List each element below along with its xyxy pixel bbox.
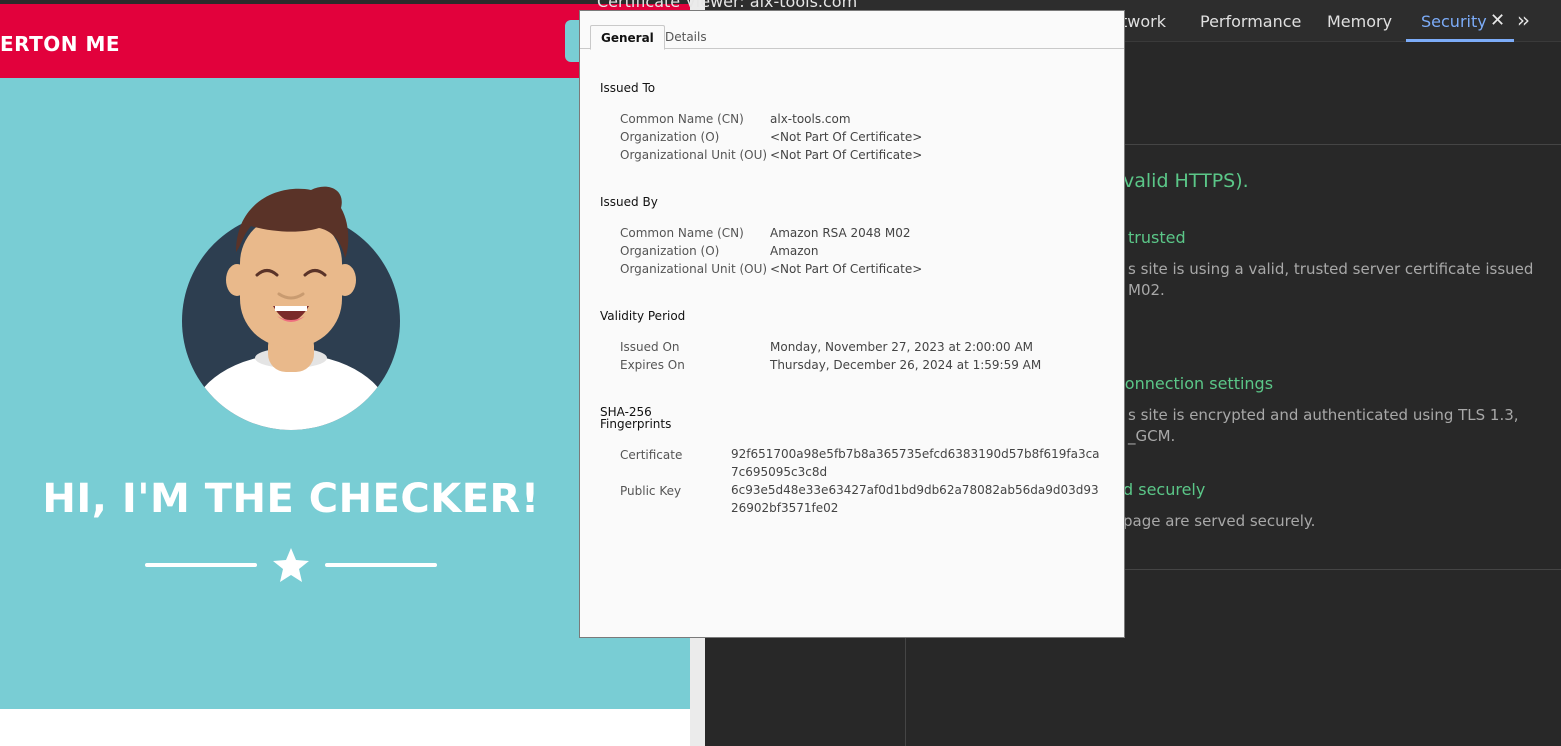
issued-by-heading: Issued By xyxy=(600,195,658,209)
expires-on-value: Thursday, December 26, 2024 at 1:59:59 A… xyxy=(770,358,1042,372)
tab-memory[interactable]: Memory xyxy=(1327,12,1392,31)
active-tab-underline xyxy=(1406,39,1514,42)
site-brand[interactable]: ERTON ME xyxy=(0,32,120,56)
hero-title: HI, I'M THE CHECKER! xyxy=(42,476,540,522)
certificate-viewer-dialog: General Details Issued To Common Name (C… xyxy=(579,10,1125,638)
close-icon[interactable]: ✕ xyxy=(1490,10,1505,31)
issued-by-ou-label: Organizational Unit (OU) xyxy=(620,262,768,276)
expires-on-label: Expires On xyxy=(620,358,685,372)
tab-security[interactable]: Security xyxy=(1421,12,1487,31)
certificate-description: s site is using a valid, trusted server … xyxy=(1128,260,1534,278)
issued-by-o-label: Organization (O) xyxy=(620,244,720,258)
connection-heading: connection settings xyxy=(1116,374,1274,393)
issued-to-cn-label: Common Name (CN) xyxy=(620,112,744,126)
issued-to-ou-value: <Not Part Of Certificate> xyxy=(770,148,923,162)
avatar-face xyxy=(240,215,342,347)
tab-details[interactable]: Details xyxy=(655,25,717,50)
resources-heading: d securely xyxy=(1123,480,1206,499)
resources-description: page are served securely. xyxy=(1123,512,1316,530)
chevron-double-right-icon[interactable]: ›› xyxy=(1517,8,1530,32)
tab-performance[interactable]: Performance xyxy=(1200,12,1301,31)
issued-on-label: Issued On xyxy=(620,340,680,354)
issued-to-o-label: Organization (O) xyxy=(620,130,720,144)
issued-by-cn-value: Amazon RSA 2048 M02 xyxy=(770,226,911,240)
public-key-fingerprint-label: Public Key xyxy=(620,484,682,498)
certificate-description-2: M02. xyxy=(1128,281,1165,299)
divider-line-right xyxy=(325,563,437,567)
issued-to-ou-label: Organizational Unit (OU) xyxy=(620,148,768,162)
issued-by-ou-value: <Not Part Of Certificate> xyxy=(770,262,923,276)
certificate-fingerprint-label: Certificate xyxy=(620,448,683,462)
issued-by-o-value: Amazon xyxy=(770,244,819,258)
star-icon xyxy=(273,548,309,582)
issued-to-o-value: <Not Part Of Certificate> xyxy=(770,130,923,144)
issued-to-cn-value: alx-tools.com xyxy=(770,112,851,126)
security-summary: valid HTTPS). xyxy=(1123,170,1249,192)
certificate-fingerprint-value: 92f651700a98e5fb7b8a365735efcd6383190d57… xyxy=(731,447,1100,479)
certificate-heading: trusted xyxy=(1128,228,1186,247)
avatar-illustration xyxy=(182,186,400,430)
connection-description: s site is encrypted and authenticated us… xyxy=(1128,406,1519,424)
tab-network[interactable]: twork xyxy=(1121,12,1166,31)
divider-line-left xyxy=(145,563,257,567)
validity-heading: Validity Period xyxy=(600,309,686,323)
issued-on-value: Monday, November 27, 2023 at 2:00:00 AM xyxy=(770,340,1034,354)
issued-by-cn-label: Common Name (CN) xyxy=(620,226,744,240)
issued-to-heading: Issued To xyxy=(600,81,656,95)
fingerprints-heading-2: Fingerprints xyxy=(600,417,672,431)
tab-general[interactable]: General xyxy=(590,25,665,50)
public-key-fingerprint-value: 6c93e5d48e33e63427af0d1bd9db62a78082ab56… xyxy=(731,483,1099,515)
certificate-tabs: General Details xyxy=(580,11,1124,50)
connection-description-2: _GCM. xyxy=(1128,427,1176,445)
